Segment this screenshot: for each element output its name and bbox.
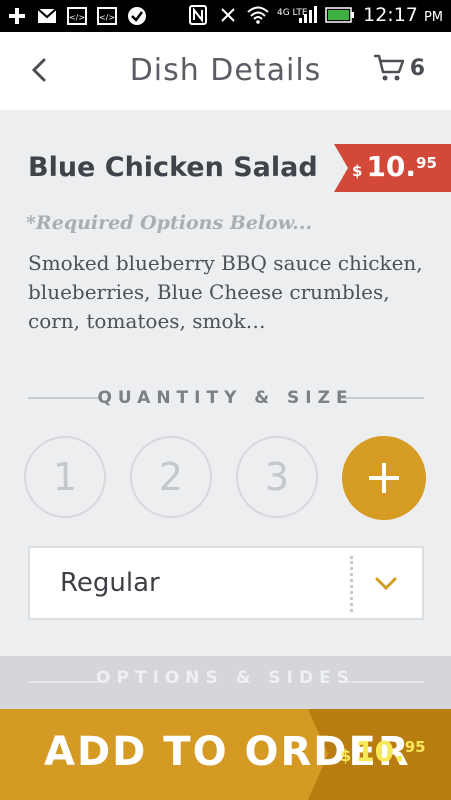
plus-icon bbox=[6, 5, 28, 27]
mute-icon bbox=[217, 4, 239, 26]
select-divider bbox=[350, 556, 353, 612]
gmail-icon bbox=[36, 5, 58, 27]
options-sides-heading[interactable]: OPTIONS & SIDES bbox=[0, 668, 451, 688]
check-icon bbox=[126, 5, 148, 27]
wifi-icon bbox=[247, 4, 269, 26]
chevron-down-icon bbox=[375, 577, 397, 591]
svg-text:4G LTE: 4G LTE bbox=[277, 8, 308, 18]
quantity-size-heading: QUANTITY & SIZE bbox=[97, 388, 354, 408]
dish-price: $10.95 bbox=[352, 150, 437, 183]
cart-icon bbox=[373, 54, 404, 81]
dish-description: Smoked blueberry BBQ sauce chicken, blue… bbox=[28, 251, 423, 333]
status-time: 12:17 PM bbox=[363, 4, 443, 26]
code-icon: </> bbox=[66, 5, 88, 27]
quantity-more-button[interactable] bbox=[342, 436, 426, 520]
cart-button[interactable]: 6 bbox=[372, 52, 425, 84]
options-band-edge bbox=[0, 656, 451, 662]
plus-icon bbox=[369, 463, 399, 493]
status-bar: </> </> 4G LTE 12:17 PM bbox=[0, 0, 451, 32]
quantity-option-2[interactable]: 2 bbox=[130, 436, 212, 518]
size-selected-value: Regular bbox=[60, 568, 160, 598]
battery-icon bbox=[325, 4, 355, 26]
nfc-icon bbox=[187, 4, 209, 26]
quantity-option-1[interactable]: 1 bbox=[24, 436, 106, 518]
add-to-order-price: $10.95 bbox=[340, 735, 426, 768]
header-edge bbox=[0, 104, 451, 110]
svg-text:</>: </> bbox=[99, 13, 115, 22]
dish-name: Blue Chicken Salad bbox=[28, 152, 318, 183]
cart-count: 6 bbox=[409, 55, 425, 81]
required-note: *Required Options Below... bbox=[26, 212, 313, 234]
signal-icon: 4G LTE bbox=[277, 4, 318, 26]
size-select[interactable]: Regular bbox=[28, 546, 424, 620]
quantity-option-3[interactable]: 3 bbox=[236, 436, 318, 518]
code-icon: </> bbox=[96, 5, 118, 27]
svg-text:</>: </> bbox=[69, 13, 85, 22]
